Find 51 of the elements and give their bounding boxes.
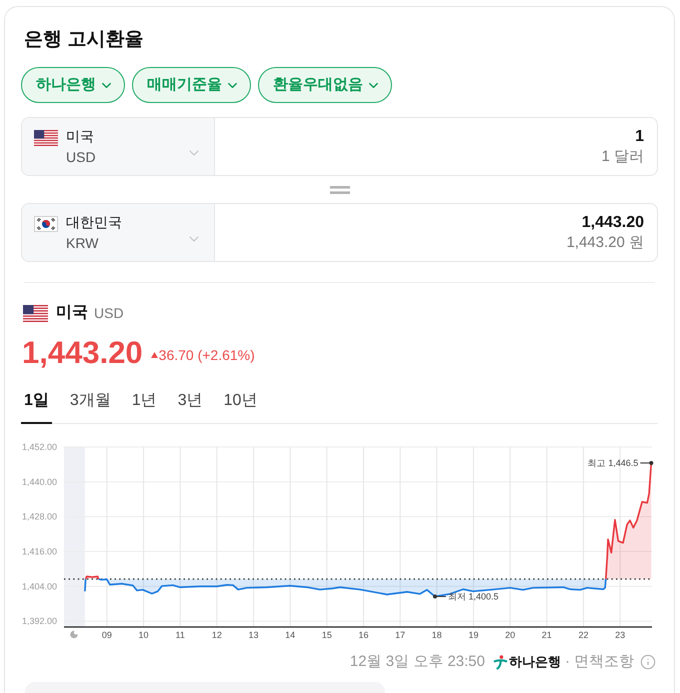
amount-in-words: 1 달러 [601,146,644,166]
amount-input[interactable]: 1,443.20 [582,212,644,232]
currency-code: USD [94,304,124,323]
period-tab[interactable]: 10년 [220,389,260,424]
x-axis-label: 21 [542,630,552,640]
y-axis-label: 1,416.00 [22,546,58,557]
x-axis-label: 10 [138,630,149,640]
rate-change: 36.70 (+2.61%) [158,346,255,365]
period-tab[interactable]: 3년 [174,389,206,424]
moon-icon [70,631,78,638]
x-axis-label: 12 [212,630,222,640]
currency-select[interactable]: 대한민국 KRW [22,204,215,261]
amount-in-words: 1,443.20 원 [566,232,644,252]
page-title: 은행 고시환율 [23,28,144,52]
leader-line [432,594,446,599]
bank-name: 하나은행 [509,653,561,671]
korea-flag-icon [34,216,58,232]
annotation-label: 최고 1,446.5 [588,458,638,468]
x-axis-label: 14 [285,630,296,640]
x-axis-label: 16 [358,630,368,640]
equals-icon [330,186,350,194]
x-axis-label: 17 [395,630,406,640]
us-flag-icon [34,130,58,146]
x-axis-label: 23 [615,630,626,640]
annotation-label: 최저 1,400.5 [448,592,499,602]
x-axis-label: 09 [102,630,112,640]
y-axis-label: 1,404.00 [22,581,58,592]
y-axis-label: 1,440.00 [22,476,58,487]
info-icon[interactable] [640,654,656,670]
period-tab[interactable]: 1년 [128,389,160,424]
timestamp: 12월 3일 오후 23:50 [350,652,485,672]
x-axis-label: 15 [322,630,332,640]
x-axis-label: 22 [578,630,588,640]
x-axis-label: 13 [248,630,259,640]
bank-logo-icon [493,654,508,670]
x-axis-label: 18 [432,630,442,640]
amount-input[interactable]: 1 [635,126,644,146]
period-tab[interactable]: 1일 [21,389,52,424]
y-axis-label: 1,392.00 [22,616,58,626]
y-axis-label: 1,452.00 [22,442,58,452]
separator: · [565,652,570,672]
exchange-rate: 1,443.20 [22,335,143,371]
us-flag-icon [23,304,48,322]
leader-line [640,460,654,465]
x-axis-label: 20 [505,630,516,640]
currency-select[interactable]: 미국 USD [22,118,215,175]
country-name: 미국 [56,303,88,323]
x-axis-label: 11 [176,630,185,640]
period-tab[interactable]: 3개월 [66,389,114,424]
y-axis-label: 1,428.00 [22,512,58,522]
x-axis-label: 19 [468,630,478,640]
